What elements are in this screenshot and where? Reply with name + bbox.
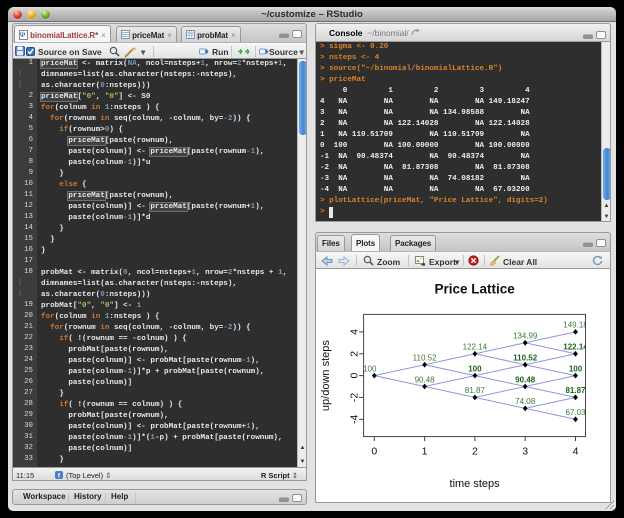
svg-text:2: 2 xyxy=(348,351,360,357)
svg-text:67.03: 67.03 xyxy=(565,408,586,417)
svg-text:-4: -4 xyxy=(348,414,360,423)
svg-text:4: 4 xyxy=(348,329,360,335)
svg-text:time steps: time steps xyxy=(450,478,501,490)
svg-text:1: 1 xyxy=(422,446,428,458)
svg-text:110.52: 110.52 xyxy=(513,354,538,363)
svg-text:100: 100 xyxy=(569,364,583,373)
svg-text:-2: -2 xyxy=(348,393,360,402)
svg-text:90.48: 90.48 xyxy=(415,375,436,384)
svg-text:122.14: 122.14 xyxy=(463,343,488,352)
svg-text:2: 2 xyxy=(472,446,478,458)
svg-text:0: 0 xyxy=(348,373,360,379)
svg-text:81.87: 81.87 xyxy=(565,386,586,395)
svg-text:100: 100 xyxy=(468,364,482,373)
svg-text:4: 4 xyxy=(573,446,579,458)
svg-text:100: 100 xyxy=(363,364,377,373)
svg-text:90.48: 90.48 xyxy=(515,375,536,384)
svg-text:149.18: 149.18 xyxy=(563,321,588,330)
svg-text:Price Lattice: Price Lattice xyxy=(434,282,515,297)
svg-text:81.87: 81.87 xyxy=(465,386,486,395)
svg-text:0: 0 xyxy=(371,446,377,458)
svg-text:3: 3 xyxy=(522,446,528,458)
svg-text:134.99: 134.99 xyxy=(513,332,538,341)
svg-text:74.08: 74.08 xyxy=(515,397,536,406)
svg-text:122.14: 122.14 xyxy=(563,343,588,352)
svg-text:110.52: 110.52 xyxy=(413,354,437,363)
svg-text:up/down steps: up/down steps xyxy=(320,340,332,411)
